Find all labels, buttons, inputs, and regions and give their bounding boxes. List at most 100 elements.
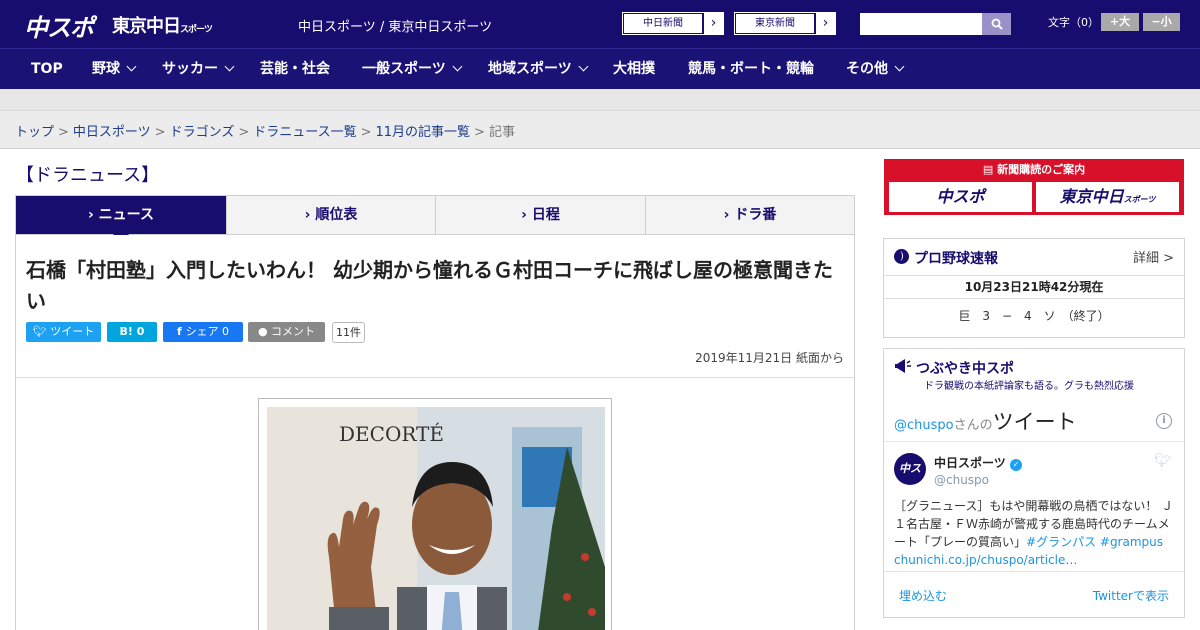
subscribe-chuspo-logo[interactable]: 中スポ [889, 182, 1032, 212]
nav-item-label: 野球 [92, 61, 120, 77]
tokyo-chunichi-logo-small: スポーツ [180, 25, 213, 35]
chevron-down-icon [578, 61, 589, 72]
nav-item-label: 芸能・社会 [260, 61, 330, 77]
breadcrumb-separator: > [238, 125, 250, 140]
tweet-link[interactable]: chunichi.co.jp/chuspo/article… [894, 553, 1077, 567]
chuspo-logo[interactable]: 中スポ [24, 8, 94, 43]
twitter-bird-icon[interactable]: 🐦︎ [1154, 453, 1172, 469]
tokyo-shimbun-link[interactable]: 東京新聞 › [734, 12, 836, 35]
breadcrumb-link-dra-news[interactable]: ドラニュース一覧 [253, 125, 356, 140]
search-button[interactable] [982, 13, 1011, 35]
font-smaller-button[interactable]: −小 [1143, 13, 1180, 31]
chevron-down-icon [452, 61, 463, 72]
baseball-icon [894, 249, 909, 264]
subscribe-tokyo-chunichi-logo-text: 東京中日 [1059, 187, 1124, 206]
account-name[interactable]: 中日スポーツ ✓ [934, 454, 1022, 471]
chevron-right-icon: › [703, 13, 723, 34]
breadcrumb-link-chunichi-sports[interactable]: 中日スポーツ [73, 125, 151, 140]
breadcrumb-separator: > [474, 125, 485, 140]
tab-standings[interactable]: › 順位表 [227, 196, 436, 234]
nav-item-label: 地域スポーツ [488, 61, 572, 77]
baseball-score[interactable]: 巨 3 − 4 ソ （終了） [884, 307, 1184, 324]
article-date: 2019年11月21日 紙面から [695, 351, 844, 365]
baseball-scores-title: プロ野球速報 [914, 251, 998, 267]
hatena-bookmark-button[interactable]: B! 0 [107, 322, 157, 342]
tweet-text: ［グラニュース］もはや開幕戦の鳥栖ではない！ Ｊ１名古屋・ＦＷ赤崎が警戒する鹿島… [894, 497, 1176, 569]
subscribe-tokyo-chunichi-logo[interactable]: 東京中日スポーツ [1036, 182, 1179, 212]
divider [16, 377, 854, 378]
tweet-hashtags[interactable]: #グランパス #grampus [1026, 535, 1163, 549]
tab-news[interactable]: › ニュース [16, 196, 227, 242]
nav-item-entertainment[interactable]: 芸能・社会 [260, 49, 330, 90]
news-tabs: › ニュース › 順位表 › 日程 › ドラ番 [15, 195, 855, 242]
tab-label: ニュース [98, 207, 154, 223]
tab-arrow-icon: › [304, 207, 316, 223]
nav-item-label: 競馬・ボート・競輪 [688, 61, 814, 77]
subscribe-tokyo-chunichi-logo-small: スポーツ [1123, 195, 1156, 204]
subscription-banner[interactable]: ▤ 新聞購読のご案内 中スポ 東京中日スポーツ [884, 159, 1184, 215]
account-handle[interactable]: @chuspo [934, 473, 989, 487]
newspaper-icon: ▤ [982, 163, 998, 176]
comment-button[interactable]: ● コメント [248, 322, 325, 342]
tweet-button[interactable]: 🐦︎ ツイート [26, 322, 101, 342]
tab-label: 日程 [531, 207, 560, 223]
comment-count[interactable]: 11件 [332, 322, 365, 343]
tokyo-shimbun-label: 東京新聞 [735, 13, 815, 34]
nav-item-label: その他 [846, 61, 888, 77]
tweets-subtitle: ドラ観戦の本紙評論家も語る。グラも熱烈応援 [924, 381, 1134, 392]
nav-item-soccer[interactable]: サッカー [162, 49, 235, 90]
tab-label: ドラ番 [734, 207, 777, 223]
nav-item-sumo[interactable]: 大相撲 [613, 49, 655, 90]
view-on-twitter-link[interactable]: Twitterで表示 [1093, 587, 1169, 604]
tweet-label: ツイート [50, 325, 95, 338]
section-title: 【ドラニュース】 [16, 165, 160, 186]
tab-label: 順位表 [315, 207, 358, 223]
timeline-header: @chuspoさんのツイート [894, 406, 1077, 436]
tweets-box: つぶやき中スポ ドラ観戦の本紙評論家も語る。グラも熱烈応援 @chuspoさんの… [883, 348, 1185, 618]
chunichi-shimbun-link[interactable]: 中日新聞 › [622, 12, 724, 35]
breadcrumb-link-november[interactable]: 11月の記事一覧 [376, 125, 471, 140]
nav-item-top[interactable]: TOP [31, 49, 63, 90]
facebook-share-button[interactable]: f シェア 0 [163, 322, 243, 342]
photo-sign-text: DECORTÉ [339, 422, 444, 446]
breadcrumb-link-top[interactable]: トップ [15, 125, 54, 140]
chevron-down-icon [894, 61, 905, 72]
twitter-icon: 🐦︎ [32, 325, 51, 338]
embed-link[interactable]: 埋め込む [899, 587, 947, 604]
font-bigger-button[interactable]: +大 [1101, 13, 1139, 31]
facebook-icon: f [176, 325, 186, 338]
tab-arrow-icon: › [723, 207, 735, 223]
article-photo-frame: DECORTÉ [258, 398, 612, 630]
nav-item-label: 一般スポーツ [362, 61, 446, 77]
tab-dra-reporter[interactable]: › ドラ番 [646, 196, 854, 234]
article-headline: 石橋「村田塾」入門したいわん！ 幼少期から憧れるＧ村田コーチに飛ばし屋の極意聞き… [26, 258, 833, 313]
nav-item-baseball[interactable]: 野球 [92, 49, 137, 90]
breadcrumb-current: 記事 [488, 125, 515, 140]
chevron-down-icon [126, 61, 137, 72]
site-names: 中日スポーツ / 東京中日スポーツ [298, 20, 493, 35]
facebook-share-label: シェア 0 [185, 325, 230, 338]
tab-arrow-icon: › [521, 207, 532, 223]
tokyo-chunichi-logo[interactable]: 東京中日スポーツ [112, 12, 213, 38]
info-icon[interactable]: i [1156, 413, 1172, 429]
baseball-detail-link[interactable]: 詳細 > [1133, 247, 1174, 266]
main-nav: TOP 野球 サッカー 芸能・社会 一般スポーツ 地域スポーツ 大相撲 競馬・ボ… [0, 48, 1200, 89]
font-size-label: 文字（0） [1048, 16, 1099, 29]
comment-icon: ● [257, 325, 272, 338]
timeline-handle[interactable]: @chuspo [894, 418, 954, 433]
subscription-heading: ▤ 新聞購読のご案内 [885, 160, 1183, 180]
breadcrumb-area: トップ > 中日スポーツ > ドラゴンズ > ドラニュース一覧 >11月の記事一覧 > 記事 [0, 111, 1200, 149]
nav-item-racing[interactable]: 競馬・ボート・競輪 [688, 49, 814, 90]
tweets-title: つぶやき中スポ [916, 361, 1014, 377]
breadcrumb: トップ > 中日スポーツ > ドラゴンズ > ドラニュース一覧 >11月の記事一覧 > 記事 [15, 121, 515, 140]
breadcrumb-separator: > [58, 125, 69, 140]
nav-item-general-sports[interactable]: 一般スポーツ [362, 49, 463, 90]
breadcrumb-link-dragons[interactable]: ドラゴンズ [170, 125, 235, 140]
tab-schedule[interactable]: › 日程 [436, 196, 646, 234]
nav-item-other[interactable]: その他 [846, 49, 905, 90]
top-header: 中スポ 東京中日スポーツ 中日スポーツ / 東京中日スポーツ 中日新聞 › 東京… [0, 0, 1200, 48]
search-input[interactable] [860, 13, 982, 35]
subscription-title: 新聞購読のご案内 [997, 163, 1086, 176]
avatar[interactable]: 中スポ [894, 453, 926, 507]
nav-item-local-sports[interactable]: 地域スポーツ [488, 49, 589, 90]
